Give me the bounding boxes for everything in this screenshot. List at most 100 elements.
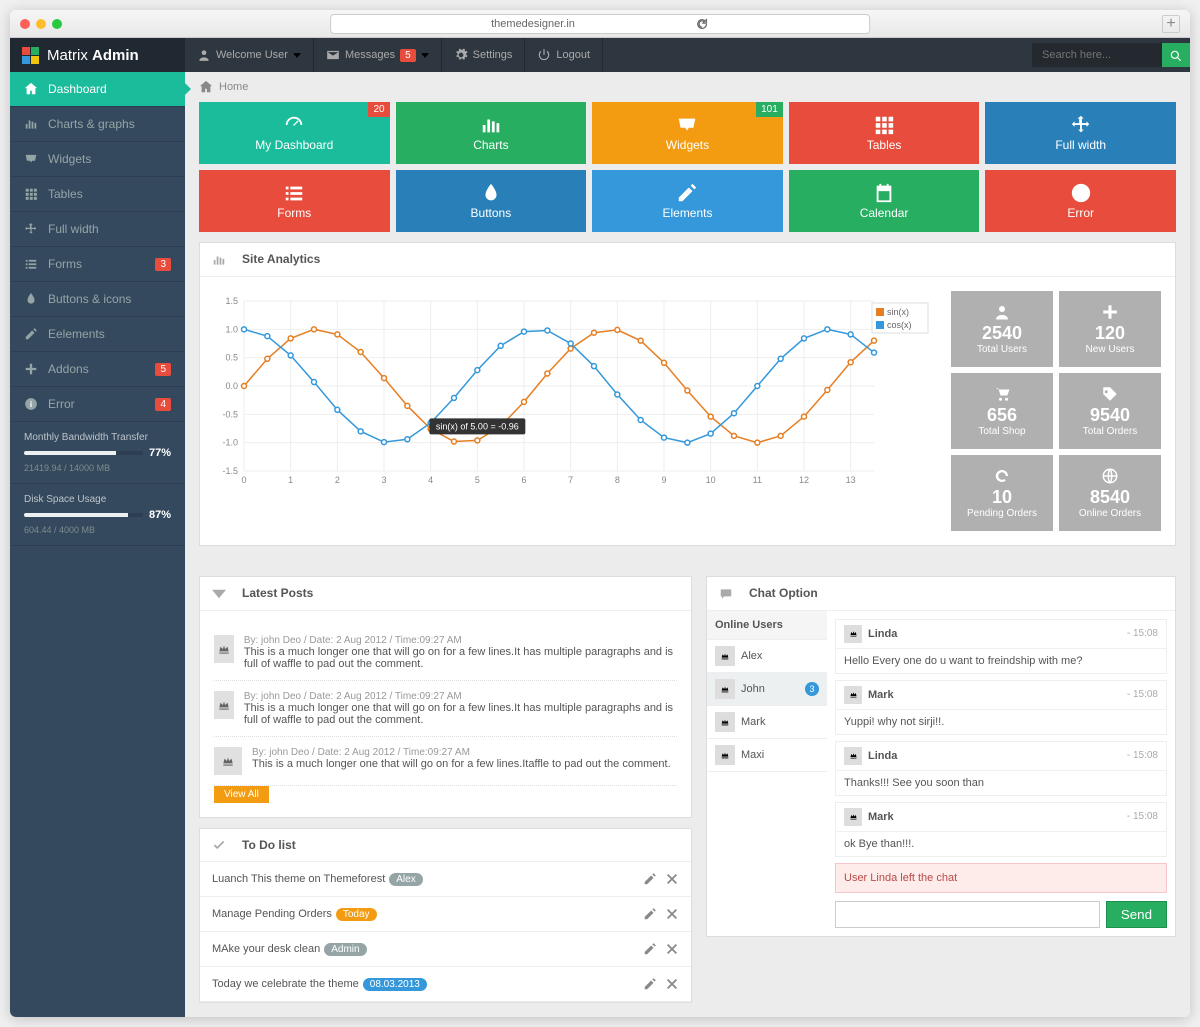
delete-icon[interactable] xyxy=(665,907,679,921)
user-icon xyxy=(951,303,1053,323)
avatar xyxy=(214,691,234,719)
stat-total-shop[interactable]: 656Total Shop xyxy=(951,373,1053,449)
tile-widgets[interactable]: 101Widgets xyxy=(592,102,783,164)
tile-buttons[interactable]: Buttons xyxy=(396,170,587,232)
sidebar-item-tables[interactable]: Tables xyxy=(10,177,185,212)
todo-text: MAke your desk clean xyxy=(212,943,320,955)
edit-icon[interactable] xyxy=(643,977,657,991)
nav-welcome[interactable]: Welcome User xyxy=(185,38,314,72)
view-all-button[interactable]: View All xyxy=(214,786,269,803)
brand-logo[interactable]: Matrix Admin xyxy=(10,38,185,72)
svg-text:4: 4 xyxy=(428,475,433,485)
todo-item: Luanch This theme on Themeforest Alex xyxy=(200,862,691,897)
chat-send-button[interactable]: Send xyxy=(1106,901,1167,928)
chat-time: - 15:08 xyxy=(1127,628,1158,639)
nav-settings[interactable]: Settings xyxy=(442,38,526,72)
mac-fullscreen[interactable] xyxy=(52,19,62,29)
tile-charts[interactable]: Charts xyxy=(396,102,587,164)
avatar xyxy=(214,635,234,663)
tile-forms[interactable]: Forms xyxy=(199,170,390,232)
todo-tag: 08.03.2013 xyxy=(363,978,427,991)
user-icon xyxy=(197,48,211,62)
delete-icon[interactable] xyxy=(665,872,679,886)
tile-badge: 101 xyxy=(756,102,783,117)
chat-time: - 15:08 xyxy=(1127,750,1158,761)
svg-text:1.5: 1.5 xyxy=(225,296,238,306)
stat-total-users[interactable]: 2540Total Users xyxy=(951,291,1053,367)
chevron-down-icon[interactable] xyxy=(212,586,232,601)
avatar xyxy=(844,808,862,826)
sidebar-icon xyxy=(24,362,38,376)
chat-user-john[interactable]: John3 xyxy=(707,673,827,706)
nav-messages[interactable]: Messages5 xyxy=(314,38,442,72)
edit-icon[interactable] xyxy=(643,907,657,921)
svg-text:13: 13 xyxy=(846,475,856,485)
home-icon[interactable] xyxy=(199,80,213,94)
sidebar-item-charts-graphs[interactable]: Charts & graphs xyxy=(10,107,185,142)
stat-new-users[interactable]: 120New Users xyxy=(1059,291,1161,367)
chat-user-mark[interactable]: Mark xyxy=(707,706,827,739)
tile-calendar[interactable]: Calendar xyxy=(789,170,980,232)
sidebar-item-label: Eelements xyxy=(48,327,105,341)
post-meta: By: john Deo / Date: 2 Aug 2012 / Time:0… xyxy=(244,691,677,702)
mac-minimize[interactable] xyxy=(36,19,46,29)
stat-pending-orders[interactable]: 10Pending Orders xyxy=(951,455,1053,531)
todo-title: To Do list xyxy=(242,838,296,852)
edit-icon[interactable] xyxy=(643,942,657,956)
sidebar-item-label: Dashboard xyxy=(48,82,107,96)
tile-elements[interactable]: Elements xyxy=(592,170,783,232)
info-icon xyxy=(985,180,1176,206)
post-meta: By: john Deo / Date: 2 Aug 2012 / Time:0… xyxy=(252,747,671,758)
stat-total-orders[interactable]: 9540Total Orders xyxy=(1059,373,1161,449)
new-tab-button[interactable]: + xyxy=(1162,15,1180,33)
online-users-header: Online Users xyxy=(707,611,827,640)
tile-error[interactable]: Error xyxy=(985,170,1176,232)
sidebar-item-widgets[interactable]: Widgets xyxy=(10,142,185,177)
bars-icon xyxy=(396,112,587,138)
tile-label: Elements xyxy=(592,206,783,220)
stat-online-orders[interactable]: 8540Online Orders xyxy=(1059,455,1161,531)
search-button[interactable] xyxy=(1162,43,1190,67)
sidebar: Dashboard Charts & graphsWidgetsTables Ful… xyxy=(10,72,185,1017)
edit-icon[interactable] xyxy=(643,872,657,886)
breadcrumb-home[interactable]: Home xyxy=(219,81,248,93)
chat-text: Yuppi! why not sirji!!. xyxy=(836,710,1166,734)
sidebar-item-error[interactable]: Error4 xyxy=(10,387,185,422)
sidebar-item-addons[interactable]: Addons5 xyxy=(10,352,185,387)
sidebar-item-full-width[interactable]: Full width xyxy=(10,212,185,247)
chat-input[interactable] xyxy=(835,901,1100,928)
sidebar-item-buttons-icons[interactable]: Buttons & icons xyxy=(10,282,185,317)
svg-text:12: 12 xyxy=(799,475,809,485)
reload-icon[interactable] xyxy=(695,17,709,31)
sidebar-item-dashboard[interactable]: Dashboard xyxy=(10,72,185,107)
mac-close[interactable] xyxy=(20,19,30,29)
avatar xyxy=(844,686,862,704)
stat-value: 10 xyxy=(951,487,1053,508)
search-input[interactable] xyxy=(1032,43,1162,67)
nav-logout[interactable]: Logout xyxy=(525,38,603,72)
tile-tables[interactable]: Tables xyxy=(789,102,980,164)
chat-user-alex[interactable]: Alex xyxy=(707,640,827,673)
url-bar[interactable]: themedesigner.in xyxy=(330,14,870,34)
sidebar-item-eelements[interactable]: Eelements xyxy=(10,317,185,352)
chat-sender: Linda xyxy=(868,750,897,762)
caret-down-icon xyxy=(421,53,429,58)
svg-text:8: 8 xyxy=(615,475,620,485)
tile-full-width[interactable]: Full width xyxy=(985,102,1176,164)
svg-text:-1.5: -1.5 xyxy=(222,466,238,476)
chat-text: Thanks!!! See you soon than xyxy=(836,771,1166,795)
todo-tag: Alex xyxy=(389,873,422,886)
check-icon[interactable] xyxy=(212,838,232,853)
globe-icon xyxy=(1059,467,1161,487)
site-analytics-chart[interactable]: -1.5-1.0-0.50.00.51.01.50123456789101112… xyxy=(214,291,934,491)
gear-icon xyxy=(454,48,468,62)
chat-user-maxi[interactable]: Maxi xyxy=(707,739,827,772)
chat-time: - 15:08 xyxy=(1127,689,1158,700)
delete-icon[interactable] xyxy=(665,942,679,956)
sidebar-item-label: Full width xyxy=(48,222,99,236)
tile-my-dashboard[interactable]: 20My Dashboard xyxy=(199,102,390,164)
svg-text:sin(x): sin(x) xyxy=(887,307,909,317)
delete-icon[interactable] xyxy=(665,977,679,991)
sidebar-item-label: Addons xyxy=(48,362,89,376)
sidebar-item-forms[interactable]: Forms3 xyxy=(10,247,185,282)
